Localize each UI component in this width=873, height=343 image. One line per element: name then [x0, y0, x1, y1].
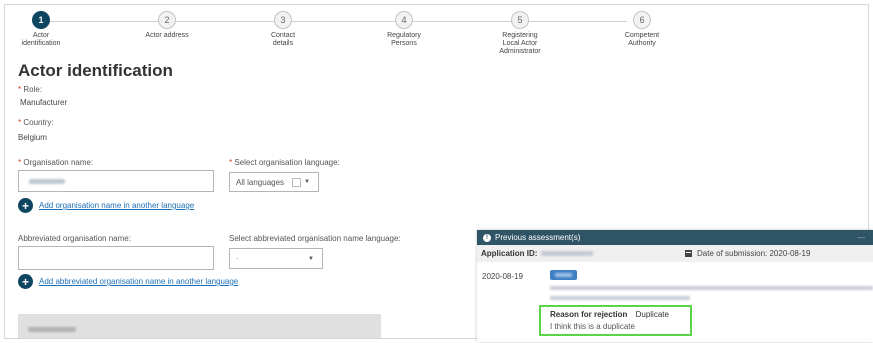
submission-date: Date of submission: 2020-08-19 [685, 249, 810, 258]
chevron-down-icon: ▼ [308, 255, 314, 262]
org-language-label: * Select organisation language: [229, 158, 340, 167]
role-label-text: Role: [23, 85, 43, 94]
step-label: Actor address [145, 32, 189, 39]
step-label: Competent Authority [624, 32, 660, 47]
org-language-value: All languages [236, 177, 285, 187]
required-mark: * [18, 158, 22, 167]
org-name-value-redacted [29, 179, 65, 184]
chevron-down-icon: ▼ [304, 179, 310, 185]
step-number: 5 [511, 11, 529, 29]
role-value: Manufacturer [20, 98, 68, 107]
required-mark: * [229, 158, 233, 167]
required-mark: * [18, 85, 22, 94]
clear-selection-icon[interactable] [292, 177, 302, 187]
country-value: Belgium [18, 133, 47, 142]
assessment-date: 2020-08-19 [482, 272, 523, 281]
abbr-language-value: - [236, 254, 239, 263]
abbr-name-input[interactable] [18, 246, 214, 270]
vat-information-panel [18, 314, 381, 338]
step-number: 6 [633, 11, 651, 29]
vat-heading-redacted [28, 327, 76, 332]
plus-icon[interactable]: + [18, 274, 33, 289]
minimize-button[interactable]: — [857, 233, 865, 242]
plus-icon[interactable]: + [18, 198, 33, 213]
rejection-reason-row: Reason for rejection Duplicate [550, 310, 690, 319]
add-org-name-link[interactable]: Add organisation name in another languag… [39, 201, 194, 210]
step-label: Actor identification [21, 32, 61, 47]
step-actor-address[interactable]: 2 Actor address [122, 11, 212, 40]
rejection-reason-box: Reason for rejection Duplicate I think t… [539, 305, 692, 336]
reason-value: Duplicate [635, 310, 669, 319]
step-label: Registering Local Actor Administrator [499, 32, 541, 55]
submission-date-text: Date of submission: 2020-08-19 [697, 249, 811, 258]
application-id-redacted [541, 251, 594, 256]
org-name-label-text: Organisation name: [23, 158, 94, 167]
org-name-label: * Organisation name: [18, 158, 93, 167]
info-icon: ! [483, 233, 491, 242]
org-name-input[interactable] [18, 170, 214, 192]
step-regulatory-persons[interactable]: 4 Regulatory Persons [359, 11, 449, 48]
step-label: Regulatory Persons [387, 32, 421, 47]
role-label: * Role: [18, 85, 42, 94]
step-number: 3 [274, 11, 292, 29]
add-abbr-name-link[interactable]: Add abbreviated organisation name in ano… [39, 277, 238, 286]
calendar-icon [685, 250, 692, 257]
step-actor-identification[interactable]: 1 Actor identification [5, 11, 86, 48]
org-language-label-text: Select organisation language: [234, 158, 340, 167]
rejection-comment: I think this is a duplicate [550, 322, 635, 331]
assessment-header-title: Previous assessment(s) [495, 233, 581, 242]
abbr-language-select[interactable]: - ▼ [229, 248, 323, 269]
agency-name-redacted [550, 286, 873, 290]
org-language-select[interactable]: All languages ▼ [229, 172, 319, 192]
add-abbr-name-language: + Add abbreviated organisation name in a… [18, 274, 238, 289]
abbr-name-label: Abbreviated organisation name: [18, 234, 131, 243]
add-org-name-language: + Add organisation name in another langu… [18, 198, 194, 213]
agency-name-redacted [550, 296, 690, 300]
assessment-header[interactable]: ! Previous assessment(s) — [477, 230, 873, 245]
step-number: 2 [158, 11, 176, 29]
step-label: Contact details [270, 32, 296, 47]
required-mark: * [18, 118, 22, 127]
reason-label: Reason for rejection [550, 310, 628, 319]
page-title: Actor identification [18, 61, 173, 80]
country-label: * Country: [18, 118, 54, 127]
step-competent-authority[interactable]: 6 Competent Authority [597, 11, 687, 48]
step-number: 1 [32, 11, 50, 29]
abbr-language-label: Select abbreviated organisation name lan… [229, 234, 401, 243]
status-badge [550, 270, 577, 280]
application-id-label: Application ID: [481, 249, 538, 258]
assessment-subheader: Application ID: Date of submission: 2020… [477, 245, 873, 262]
step-contact-details[interactable]: 3 Contact details [238, 11, 328, 48]
step-number: 4 [395, 11, 413, 29]
previous-assessment-panel: ! Previous assessment(s) — Application I… [477, 230, 873, 342]
step-registering-local-actor-administrator[interactable]: 5 Registering Local Actor Administrator [475, 11, 565, 56]
country-label-text: Country: [23, 118, 54, 127]
